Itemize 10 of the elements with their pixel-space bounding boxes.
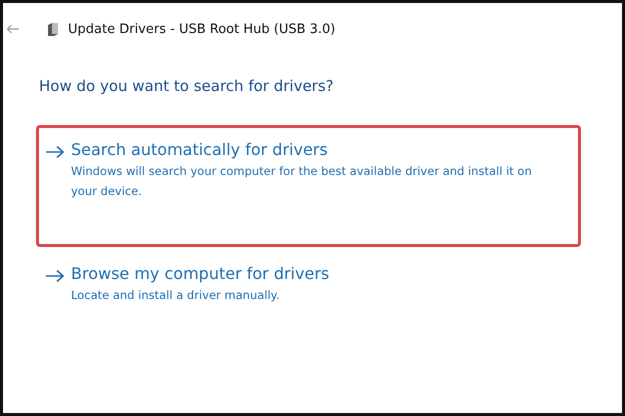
option-link[interactable]: Search automatically for drivers	[71, 140, 328, 159]
device-icon	[47, 22, 59, 36]
option-link[interactable]: Browse my computer for drivers	[71, 264, 330, 283]
arrow-icon	[45, 145, 65, 159]
option-description: Locate and install a driver manually.	[71, 287, 280, 304]
arrow-icon	[45, 269, 65, 283]
heading: How do you want to search for drivers?	[39, 77, 335, 95]
back-icon[interactable]	[6, 24, 20, 34]
option-description: Windows will search your computer for the best available driver and install it on your device.	[71, 163, 533, 200]
window-title: Update Drivers - USB Root Hub (USB 3.0)	[68, 22, 336, 36]
